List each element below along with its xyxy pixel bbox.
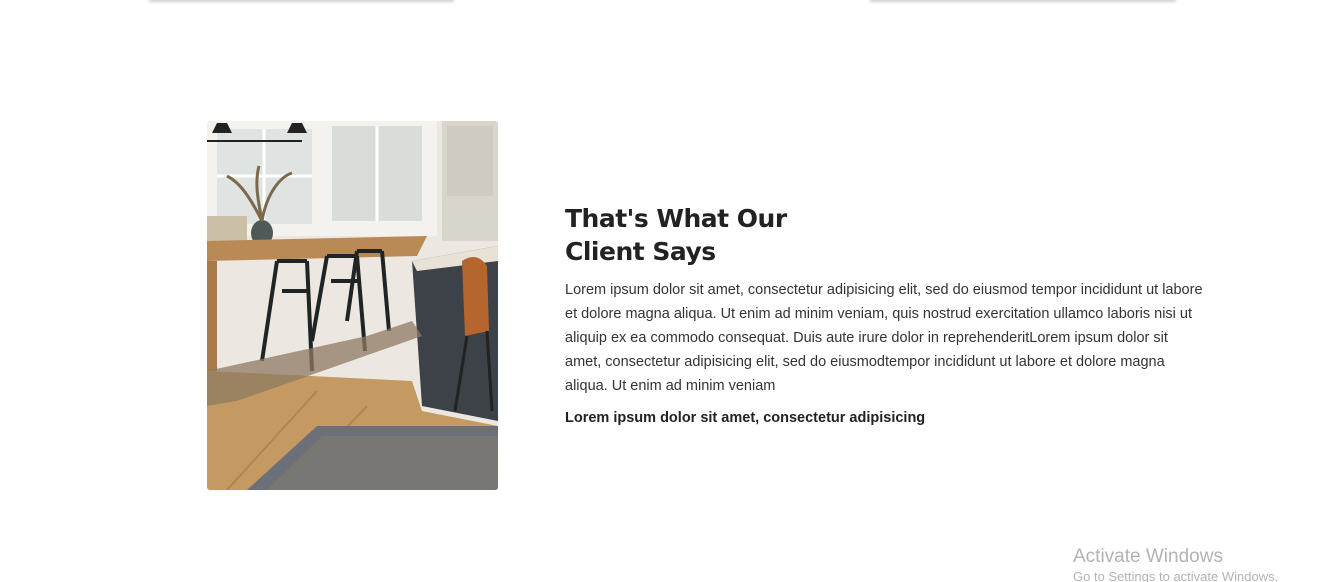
testimonial-text: Lorem ipsum dolor sit amet, consectetur … — [565, 282, 1203, 394]
section-heading: That's What Our Client Says — [565, 202, 1205, 268]
heading-line-2: Client Says — [565, 237, 716, 266]
testimonial-image — [207, 121, 498, 490]
testimonial-author: Lorem ipsum dolor sit amet, consectetur … — [565, 410, 926, 426]
watermark-subtitle: Go to Settings to activate Windows. — [1073, 569, 1279, 582]
dining-room-photo — [207, 121, 498, 490]
watermark-title: Activate Windows — [1073, 546, 1223, 567]
page: That's What Our Client Says Lorem ipsum … — [0, 0, 1338, 582]
heading-line-1: That's What Our — [565, 204, 787, 233]
activate-windows-watermark: Activate Windows Go to Settings to activ… — [1073, 545, 1278, 582]
testimonial-section: That's What Our Client Says Lorem ipsum … — [565, 202, 1205, 426]
